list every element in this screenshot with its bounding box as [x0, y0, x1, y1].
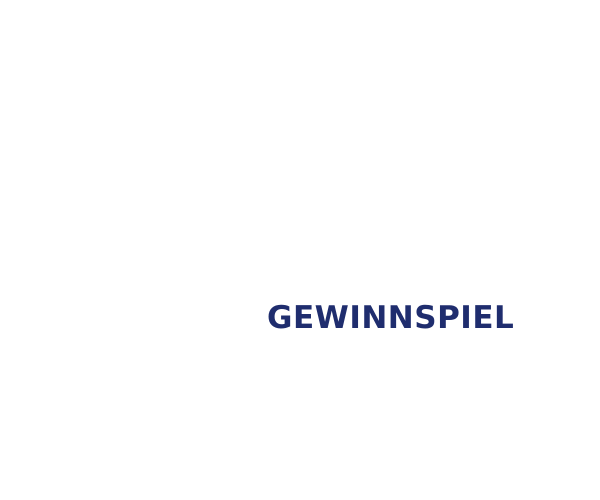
headline-gewinnspiel: GEWINNSPIEL: [267, 300, 515, 336]
page-canvas: GEWINNSPIEL: [0, 0, 600, 500]
